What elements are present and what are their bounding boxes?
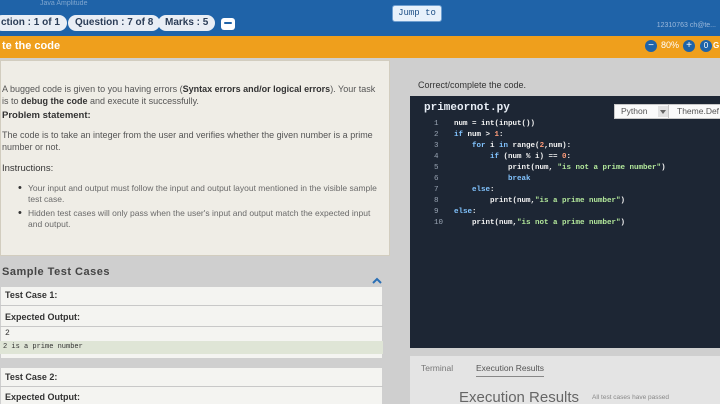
line-number: 8	[434, 197, 439, 205]
code-line[interactable]: 4 if (num % i) == 0:	[410, 153, 720, 162]
code-text: print(num,"is not a prime number")	[454, 219, 625, 228]
divider	[0, 386, 383, 387]
code-text: break	[454, 175, 531, 184]
zoom-out-button[interactable]: −	[645, 40, 657, 52]
code-line[interactable]: 7 else:	[410, 186, 720, 195]
code-text: num = int(input())	[454, 120, 535, 129]
chevron-down-icon	[658, 106, 668, 117]
code-token: for	[454, 142, 491, 150]
test-case-title: Test Case 2:	[5, 372, 58, 382]
code-token: ,num):	[544, 142, 572, 150]
code-token: num = int(input())	[454, 120, 536, 128]
tab-execution-results[interactable]: Execution Results	[476, 363, 545, 377]
zoom-in-button[interactable]: +	[683, 40, 695, 52]
test-case-title: Test Case 1:	[5, 290, 58, 300]
code-text: if (num % i) == 0:	[454, 153, 571, 162]
code-token: :	[472, 208, 477, 216]
code-text: print(num,"is a prime number")	[454, 197, 625, 206]
divider	[0, 326, 383, 327]
marks-indicator: Marks : 5	[158, 15, 216, 31]
test-case-output: 2 is a prime number	[3, 343, 83, 351]
code-line[interactable]: 10 print(num,"is not a prime number")	[410, 219, 720, 228]
problem-statement-heading: Problem statement:	[2, 110, 91, 121]
code-token: "is not a prime number"	[557, 164, 662, 172]
page-title: te the code	[2, 40, 61, 52]
code-token: in	[499, 142, 513, 150]
line-number: 7	[434, 186, 439, 194]
code-token: (num % i) ==	[503, 153, 563, 161]
chevron-up-icon[interactable]	[372, 276, 382, 286]
code-token: if	[454, 153, 504, 161]
line-number: 3	[434, 142, 439, 150]
editor-instruction: Correct/complete the code.	[418, 80, 527, 90]
code-token: else	[454, 186, 491, 194]
code-line[interactable]: 2 if num > 1:	[410, 131, 720, 140]
section-indicator: ction : 1 of 1	[0, 15, 67, 31]
test-case-input: 2	[5, 329, 10, 338]
code-text: if num > 1:	[454, 131, 504, 140]
code-line[interactable]: 9 else:	[410, 208, 720, 217]
code-line[interactable]: 5 print(num, "is not a prime number")	[410, 164, 720, 173]
code-line[interactable]: 3 for i in range(2,num):	[410, 142, 720, 151]
code-token: break	[454, 175, 531, 183]
line-number: 1	[434, 120, 439, 128]
code-line[interactable]: 6 break	[410, 175, 720, 184]
code-token: )	[661, 164, 666, 172]
expected-output-label: Expected Output:	[5, 312, 81, 322]
line-number: 5	[434, 164, 439, 172]
question-indicator: Question : 7 of 8	[68, 15, 161, 31]
sample-test-cases-heading: Sample Test Cases	[2, 266, 110, 278]
code-line[interactable]: 1 num = int(input())	[410, 120, 720, 129]
language-select[interactable]: Python	[614, 104, 670, 119]
theme-select[interactable]: Theme.Def	[668, 104, 720, 119]
line-number: 10	[434, 219, 444, 227]
line-number: 6	[434, 175, 439, 183]
line-number: 9	[434, 208, 439, 216]
code-token: print(num,	[454, 197, 536, 205]
user-id-faint: 12310763 ch@te...	[656, 22, 716, 29]
code-token: range(	[512, 142, 540, 150]
code-token: :	[566, 153, 572, 161]
code-token: )	[620, 219, 626, 227]
line-number: 4	[434, 153, 439, 161]
code-text: else:	[454, 208, 477, 217]
code-token: i	[490, 142, 500, 150]
instruction-item: Your input and output must follow the in…	[18, 183, 378, 205]
code-token: )	[620, 197, 626, 205]
code-token: :	[499, 131, 504, 139]
tab-terminal[interactable]: Terminal	[421, 363, 453, 373]
code-token: print(num,	[454, 164, 558, 172]
line-number: 2	[434, 131, 439, 139]
app-name-faint: Java Amplitude	[40, 0, 88, 7]
divider	[0, 305, 383, 306]
settings-icon[interactable]: 0	[700, 40, 712, 52]
code-text: else:	[454, 186, 495, 195]
instructions-heading: Instructions:	[2, 163, 54, 174]
code-token: num >	[467, 131, 495, 139]
problem-statement-text: The code is to take an integer from the …	[2, 130, 373, 152]
code-line[interactable]: 8 print(num,"is a prime number")	[410, 197, 720, 206]
code-token: print(num,	[454, 219, 518, 227]
title-bar: te the code	[0, 36, 720, 58]
code-text: for i in range(2,num):	[454, 142, 571, 151]
execution-status: All test cases have passed	[592, 394, 669, 401]
code-token: "is a prime number"	[535, 197, 621, 205]
code-text: print(num, "is not a prime number")	[454, 164, 666, 173]
code-editor[interactable]: primeornot.py 1 num = int(input()) 2 if num…	[410, 96, 720, 348]
settings-label: G	[713, 41, 720, 50]
problem-intro: A bugged code is given to you having err…	[2, 84, 376, 106]
jump-to-button[interactable]: Jump to	[392, 5, 442, 22]
expected-output-label: Expected Output:	[5, 392, 81, 402]
execution-results-title: Execution Results	[459, 389, 580, 404]
code-token: :	[490, 186, 495, 194]
code-token: else	[454, 208, 473, 216]
instruction-item: Hidden test cases will only pass when th…	[18, 208, 378, 230]
zoom-level: 80%	[661, 40, 680, 50]
file-name: primeornot.py	[424, 102, 510, 114]
chat-bubble-icon[interactable]	[221, 18, 235, 30]
code-token: if	[454, 131, 468, 139]
code-token: "is not a prime number"	[517, 219, 621, 227]
